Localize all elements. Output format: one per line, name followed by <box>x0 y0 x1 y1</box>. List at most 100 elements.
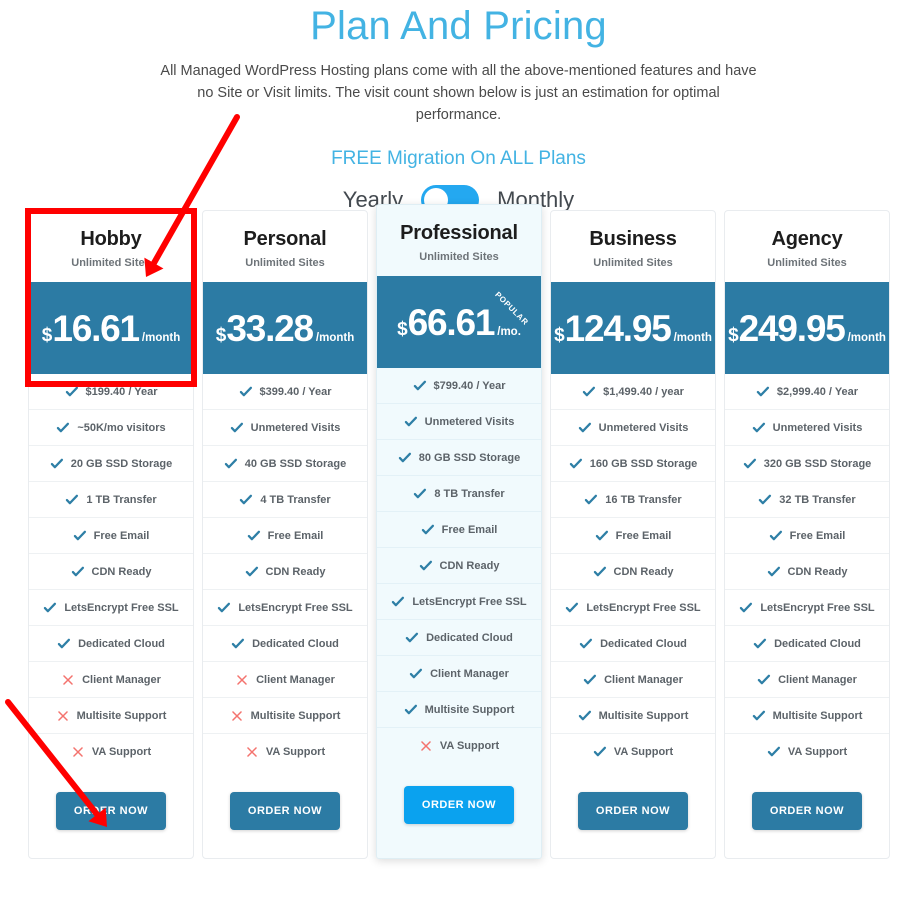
feature-label: Free Email <box>789 529 846 542</box>
feature-row: 160 GB SSD Storage <box>551 446 715 482</box>
check-icon <box>582 385 596 399</box>
feature-row: 320 GB SSD Storage <box>725 446 889 482</box>
price-currency: $ <box>215 324 227 346</box>
feature-row: Dedicated Cloud <box>29 626 193 662</box>
plan-subtitle: Unlimited Sites <box>71 257 151 269</box>
pricing-card-business[interactable]: Business Unlimited Sites $124.95/month $1,4… <box>550 210 716 859</box>
pricing-card-hobby[interactable]: Hobby Unlimited Sites $16.61/month $199.40 … <box>28 210 194 859</box>
check-icon <box>239 385 253 399</box>
card-header: Agency Unlimited Sites <box>725 211 889 282</box>
feature-row: Client Manager <box>725 662 889 698</box>
cross-icon <box>245 745 259 759</box>
feature-row: Dedicated Cloud <box>725 626 889 662</box>
feature-row: CDN Ready <box>551 554 715 590</box>
price-currency: $ <box>554 324 565 346</box>
feature-label: 8 TB Transfer <box>434 487 505 500</box>
card-footer: ORDER NOW <box>725 770 889 858</box>
feature-row: LetsEncrypt Free SSL <box>551 590 715 626</box>
feature-row: Dedicated Cloud <box>203 626 367 662</box>
price: $66.61/mo. <box>397 304 521 341</box>
check-icon <box>230 421 244 435</box>
plan-name: Agency <box>771 228 843 250</box>
feature-label: Dedicated Cloud <box>78 637 165 650</box>
feature-label: Dedicated Cloud <box>600 637 687 650</box>
price: $33.28/month <box>216 310 355 347</box>
order-now-button[interactable]: ORDER NOW <box>229 792 341 830</box>
feature-row: 16 TB Transfer <box>551 482 715 518</box>
card-header: Hobby Unlimited Sites <box>29 211 193 282</box>
feature-label: LetsEncrypt Free SSL <box>586 601 701 614</box>
plan-subtitle: Unlimited Sites <box>767 257 847 269</box>
feature-label: Multisite Support <box>76 709 167 722</box>
order-now-button[interactable]: ORDER NOW <box>577 792 689 830</box>
check-icon <box>65 493 79 507</box>
check-icon <box>578 709 592 723</box>
order-now-button[interactable]: ORDER NOW <box>403 786 515 824</box>
plan-name: Business <box>589 228 677 250</box>
pricing-card-personal[interactable]: Personal Unlimited Sites $33.28/month $399.… <box>202 210 368 859</box>
feature-row: VA Support <box>725 734 889 770</box>
order-now-button[interactable]: ORDER NOW <box>751 792 863 830</box>
card-header: Professional Unlimited Sites <box>377 205 541 276</box>
feature-label: CDN Ready <box>787 565 848 578</box>
feature-row: Free Email <box>725 518 889 554</box>
feature-row: Free Email <box>29 518 193 554</box>
check-icon <box>743 457 757 471</box>
feature-label: 20 GB SSD Storage <box>70 457 173 470</box>
feature-row: $1,499.40 / year <box>551 374 715 410</box>
check-icon <box>584 493 598 507</box>
feature-label: 4 TB Transfer <box>260 493 331 506</box>
cross-icon <box>56 709 70 723</box>
feature-row: CDN Ready <box>377 548 541 584</box>
feature-row: Unmetered Visits <box>725 410 889 446</box>
card-footer: ORDER NOW <box>551 770 715 858</box>
card-footer: ORDER NOW <box>203 770 367 858</box>
feature-label: $799.40 / Year <box>433 379 506 392</box>
feature-label: 16 TB Transfer <box>605 493 682 506</box>
feature-row: CDN Ready <box>203 554 367 590</box>
feature-row: Free Email <box>551 518 715 554</box>
plan-name: Hobby <box>80 228 142 250</box>
order-now-button[interactable]: ORDER NOW <box>55 792 167 830</box>
feature-row: 32 TB Transfer <box>725 482 889 518</box>
check-icon <box>50 457 64 471</box>
cross-icon <box>61 673 75 687</box>
feature-list: $399.40 / Year Unmetered Visits 40 GB SSD … <box>203 374 367 770</box>
price-currency: $ <box>397 318 408 340</box>
check-icon <box>595 529 609 543</box>
check-icon <box>391 595 405 609</box>
feature-row: $2,999.40 / Year <box>725 374 889 410</box>
check-icon <box>413 487 427 501</box>
feature-row: Dedicated Cloud <box>377 620 541 656</box>
check-icon <box>404 703 418 717</box>
feature-list: $799.40 / Year Unmetered Visits 80 GB SSD … <box>377 368 541 764</box>
pricing-page: Plan And Pricing All Managed WordPress H… <box>0 0 917 898</box>
price-amount: 124.95 <box>564 307 672 349</box>
check-icon <box>593 745 607 759</box>
check-icon <box>419 559 433 573</box>
feature-row: 20 GB SSD Storage <box>29 446 193 482</box>
pricing-card-agency[interactable]: Agency Unlimited Sites $249.95/month $2,999… <box>724 210 890 859</box>
feature-label: Free Email <box>267 529 324 542</box>
check-icon <box>224 457 238 471</box>
pricing-card-professional[interactable]: Professional Unlimited Sites $66.61/mo. POP… <box>376 204 542 859</box>
feature-row: VA Support <box>377 728 541 764</box>
price-band: $16.61/month <box>29 282 193 374</box>
check-icon <box>245 565 259 579</box>
check-icon <box>217 601 231 615</box>
feature-label: Client Manager <box>256 673 335 686</box>
feature-row: Multisite Support <box>377 692 541 728</box>
feature-row: $199.40 / Year <box>29 374 193 410</box>
feature-label: Unmetered Visits <box>772 421 863 434</box>
page-subtitle: All Managed WordPress Hosting plans come… <box>160 63 757 123</box>
feature-label: CDN Ready <box>265 565 326 578</box>
price-period: /month <box>847 331 886 344</box>
cross-icon <box>235 673 249 687</box>
feature-label: Unmetered Visits <box>598 421 689 434</box>
feature-row: 80 GB SSD Storage <box>377 440 541 476</box>
plan-name: Professional <box>400 222 518 244</box>
plan-name: Personal <box>243 228 327 250</box>
feature-label: LetsEncrypt Free SSL <box>412 595 527 608</box>
feature-label: VA Support <box>439 740 500 752</box>
feature-label: VA Support <box>91 746 152 758</box>
